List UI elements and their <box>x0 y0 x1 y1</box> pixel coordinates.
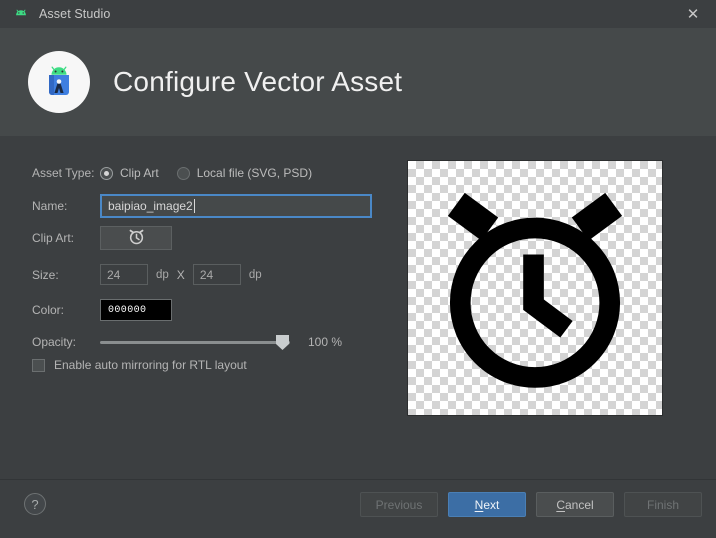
android-robot-icon <box>13 6 29 22</box>
opacity-slider[interactable] <box>100 332 290 352</box>
size-width-input[interactable]: 24 <box>100 264 148 285</box>
asset-type-row: Asset Type: Clip Art Local file (SVG, PS… <box>32 166 330 180</box>
size-separator: X <box>176 267 185 282</box>
opacity-row: Opacity: 100 % <box>32 332 342 352</box>
name-row: Name: baipiao_image2 <box>32 194 372 218</box>
previous-button[interactable]: Previous <box>360 492 438 517</box>
color-label: Color: <box>32 303 65 317</box>
radio-local-file-label: Local file (SVG, PSD) <box>196 166 313 180</box>
asset-type-radio-group: Clip Art Local file (SVG, PSD) <box>100 166 330 180</box>
name-input[interactable]: baipiao_image2 <box>100 194 372 218</box>
next-button-rest: ext <box>483 497 500 512</box>
asset-studio-dialog: Asset Studio ✕ Configure Vector Asset As… <box>0 0 716 538</box>
asset-type-label: Asset Type: <box>32 166 95 180</box>
help-icon[interactable]: ? <box>24 493 46 515</box>
next-button[interactable]: Next <box>448 492 526 517</box>
color-row: Color: 000000 <box>32 299 172 321</box>
dialog-button-bar: Previous Next Cancel Finish <box>360 492 702 517</box>
clip-art-label: Clip Art: <box>32 231 75 245</box>
opacity-slider-track <box>100 341 290 344</box>
opacity-slider-thumb[interactable] <box>275 334 290 351</box>
alarm-clock-preview <box>417 169 653 408</box>
rtl-mirroring-label: Enable auto mirroring for RTL layout <box>54 358 247 372</box>
name-input-value: baipiao_image2 <box>108 199 193 213</box>
opacity-label: Opacity: <box>32 335 77 349</box>
finish-button[interactable]: Finish <box>624 492 702 517</box>
clip-art-chooser-button[interactable] <box>100 226 172 250</box>
size-label: Size: <box>32 267 59 282</box>
cancel-button[interactable]: Cancel <box>536 492 614 517</box>
color-swatch[interactable]: 000000 <box>100 299 172 321</box>
rtl-mirroring-row[interactable]: Enable auto mirroring for RTL layout <box>32 358 247 372</box>
dialog-footer: ? Previous Next Cancel Finish <box>0 479 716 538</box>
opacity-value: 100 % <box>308 335 343 349</box>
cancel-button-rest: ancel <box>564 497 594 512</box>
header-banner: Configure Vector Asset <box>0 28 716 136</box>
alarm-clock-icon <box>127 227 146 249</box>
radio-local-file[interactable]: Local file (SVG, PSD) <box>176 166 313 180</box>
asset-preview <box>407 160 663 416</box>
radio-clip-art-indicator <box>100 166 113 180</box>
android-studio-logo <box>28 51 90 113</box>
radio-clip-art-label: Clip Art <box>120 166 159 180</box>
clip-art-row: Clip Art: <box>32 226 172 250</box>
page-title: Configure Vector Asset <box>113 66 403 97</box>
rtl-mirroring-checkbox[interactable] <box>32 358 45 372</box>
size-width-unit: dp <box>156 268 169 281</box>
configuration-form: Asset Type: Clip Art Local file (SVG, PS… <box>0 136 400 479</box>
radio-clip-art[interactable]: Clip Art <box>100 166 159 180</box>
close-icon[interactable]: ✕ <box>670 0 716 28</box>
text-caret <box>193 199 195 213</box>
size-row: Size: 24 dp X 24 dp <box>32 264 270 285</box>
radio-local-file-indicator <box>176 166 190 180</box>
window-title: Asset Studio <box>39 7 111 21</box>
title-bar: Asset Studio ✕ <box>0 0 716 28</box>
name-label: Name: <box>32 199 68 213</box>
size-height-unit: dp <box>248 268 262 281</box>
size-height-input[interactable]: 24 <box>192 264 241 285</box>
dialog-body: Asset Type: Clip Art Local file (SVG, PS… <box>0 136 716 479</box>
